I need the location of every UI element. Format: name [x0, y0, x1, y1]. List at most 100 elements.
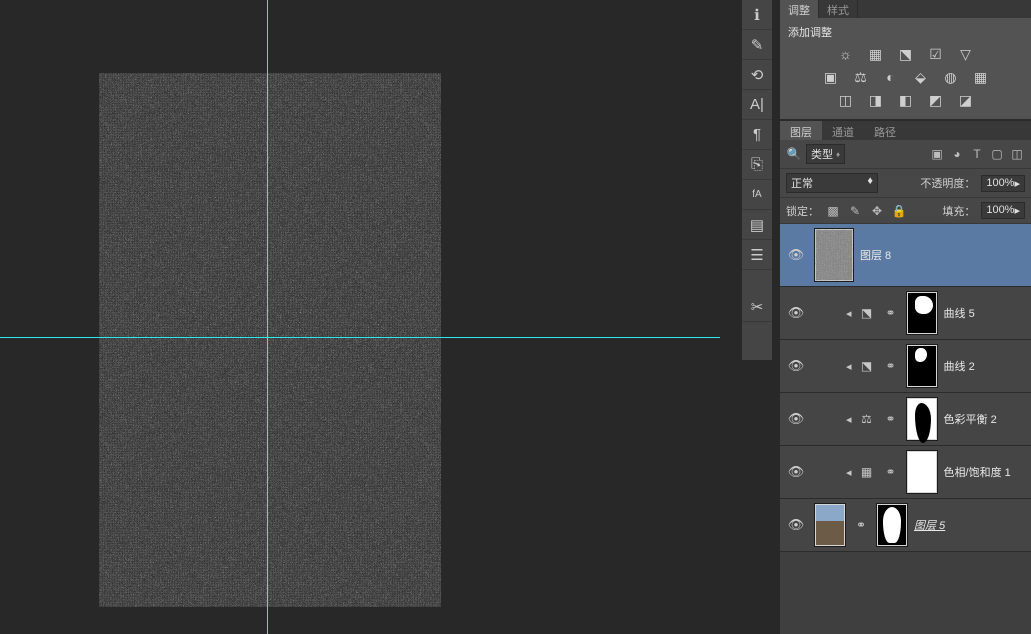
blend-mode-dropdown[interactable]: 正常 ♦ — [786, 173, 878, 193]
fill-field[interactable]: 100% ▸ — [981, 202, 1025, 219]
collapsed-toolstrip: ℹ ✎ ⟲ A| ¶ ⎘ fA ▤ ☰ ✂ — [742, 0, 772, 360]
info-icon[interactable]: ℹ — [742, 0, 772, 30]
posterize-icon[interactable]: ◩ — [927, 92, 945, 109]
layer-name[interactable]: 曲线 5 — [944, 305, 975, 321]
notes-icon[interactable]: ▤ — [742, 210, 772, 240]
balance-adjustment-icon[interactable]: ⚖ — [858, 411, 876, 427]
link-icon[interactable]: ⚭ — [882, 411, 900, 427]
filter-fx-icon[interactable]: ◕ — [949, 147, 965, 161]
cycle-icon[interactable]: ⟲ — [742, 60, 772, 90]
filter-type-icon[interactable]: T — [969, 147, 985, 161]
separator — [742, 270, 772, 292]
layer-thumbnail[interactable] — [814, 503, 846, 547]
mask-thumbnail[interactable] — [906, 450, 938, 494]
clip-icon[interactable]: ◂ — [846, 413, 852, 426]
lock-transparent-icon[interactable]: ▩ — [825, 204, 841, 218]
guide-vertical[interactable] — [267, 0, 268, 634]
mixer-icon[interactable]: ⬙ — [912, 69, 930, 86]
layer-thumbnail[interactable] — [814, 228, 854, 282]
visibility-icon[interactable]: 👁 — [784, 247, 808, 263]
layer-row[interactable]: 👁 ◂ ⚖ ⚭ 色彩平衡 2 — [780, 393, 1031, 446]
layer-row[interactable]: 👁 图层 8 — [780, 224, 1031, 287]
selective-icon[interactable]: ◫ — [837, 92, 855, 109]
visibility-icon[interactable]: 👁 — [784, 411, 808, 427]
blend-mode-label: 正常 — [791, 175, 813, 191]
mask-thumbnail[interactable] — [876, 503, 908, 547]
levels-icon[interactable]: ▦ — [867, 46, 885, 63]
search-icon[interactable]: 🔍 — [786, 147, 802, 161]
document-canvas[interactable] — [0, 0, 720, 634]
layer-row[interactable]: 👁 ◂ ⬔ ⚭ 曲线 5 — [780, 287, 1031, 340]
adjustments-title: 添加调整 — [788, 24, 1023, 40]
clip-icon[interactable]: ◂ — [846, 466, 852, 479]
huesat-adjustment-icon[interactable]: ▦ — [858, 464, 876, 480]
mask-thumbnail[interactable] — [906, 291, 938, 335]
clip-icon[interactable]: ◂ — [846, 307, 852, 320]
attach-icon[interactable]: ⎘ — [742, 150, 772, 180]
layer-row[interactable]: 👁 ⚭ 图层 5 — [780, 499, 1031, 552]
lock-position-icon[interactable]: ✥ — [869, 204, 885, 218]
layer-row[interactable]: 👁 ◂ ⬔ ⚭ 曲线 2 — [780, 340, 1031, 393]
layer-list: 👁 图层 8 👁 ◂ ⬔ ⚭ 曲线 5 👁 ◂ ⬔ ⚭ 曲线 2 — [780, 224, 1031, 634]
tab-adjustments[interactable]: 调整 — [780, 0, 819, 18]
layer-name[interactable]: 色彩平衡 2 — [944, 411, 997, 427]
filter-smart-icon[interactable]: ◫ — [1009, 147, 1025, 161]
layer-kind-dropdown[interactable]: 类型 ♦ — [806, 144, 845, 164]
link-icon[interactable]: ⚭ — [852, 517, 870, 533]
visibility-icon[interactable]: 👁 — [784, 305, 808, 321]
layer-name[interactable]: 色相/饱和度 1 — [944, 464, 1011, 480]
layers-panel-tabs: 图层 通道 路径 — [780, 120, 1031, 140]
tab-paths[interactable]: 路径 — [864, 121, 906, 140]
filter-image-icon[interactable]: ▣ — [929, 147, 945, 161]
curves-icon[interactable]: ⬔ — [897, 46, 915, 63]
layers-blend-row: 正常 ♦ 不透明度： 100% ▸ — [780, 169, 1031, 198]
colorbalance-icon[interactable]: ▣ — [822, 69, 840, 86]
mask-thumbnail[interactable] — [906, 344, 938, 388]
fill-value: 100% — [986, 204, 1014, 217]
gradient-icon[interactable]: ◧ — [897, 92, 915, 109]
layer-row[interactable]: 👁 ◂ ▦ ⚭ 色相/饱和度 1 — [780, 446, 1031, 499]
lock-all-icon[interactable]: 🔒 — [891, 204, 907, 218]
tab-styles[interactable]: 样式 — [819, 0, 858, 18]
visibility-icon[interactable]: 👁 — [784, 517, 808, 533]
layer-name[interactable]: 图层 5 — [914, 517, 945, 533]
layer-name[interactable]: 曲线 2 — [944, 358, 975, 374]
curves-adjustment-icon[interactable]: ⬔ — [858, 305, 876, 321]
type-icon[interactable]: A| — [742, 90, 772, 120]
lut-icon[interactable]: ◍ — [942, 69, 960, 86]
threshold-icon[interactable]: ◪ — [957, 92, 975, 109]
mask-thumbnail[interactable] — [906, 397, 938, 441]
clip-icon[interactable]: ◂ — [846, 360, 852, 373]
filter-shape-icon[interactable]: ▢ — [989, 147, 1005, 161]
visibility-icon[interactable]: 👁 — [784, 464, 808, 480]
opacity-field[interactable]: 100% ▸ — [981, 175, 1025, 192]
character-icon[interactable]: fA — [742, 180, 772, 210]
ruler-icon[interactable]: ✂ — [742, 292, 772, 322]
grid-icon[interactable]: ▦ — [972, 69, 990, 86]
layers-lock-row: 锁定： ▩ ✎ ✥ 🔒 填充： 100% ▸ — [780, 198, 1031, 224]
huesat-icon[interactable]: ⚖ — [852, 69, 870, 86]
opacity-label: 不透明度： — [920, 175, 975, 191]
layer-name[interactable]: 图层 8 — [860, 247, 891, 263]
exposure-icon[interactable]: ☑ — [927, 46, 945, 63]
link-icon[interactable]: ⚭ — [882, 464, 900, 480]
chevron-icon: ▸ — [1014, 177, 1020, 190]
gradientmap-icon[interactable]: ◨ — [867, 92, 885, 109]
link-icon[interactable]: ⚭ — [882, 358, 900, 374]
guide-horizontal[interactable] — [0, 337, 720, 338]
visibility-icon[interactable]: 👁 — [784, 358, 808, 374]
feather-icon[interactable]: ✎ — [742, 30, 772, 60]
curves-adjustment-icon[interactable]: ⬔ — [858, 358, 876, 374]
tab-layers[interactable]: 图层 — [780, 121, 822, 140]
bw-icon[interactable]: ◐ — [882, 69, 900, 86]
chevron-icon: ♦ — [867, 175, 873, 191]
lock-paint-icon[interactable]: ✎ — [847, 204, 863, 218]
brightness-icon[interactable]: ☼ — [837, 46, 855, 63]
link-icon[interactable]: ⚭ — [882, 305, 900, 321]
document-artboard[interactable] — [99, 73, 441, 607]
paragraph-icon[interactable]: ¶ — [742, 120, 772, 150]
library-icon[interactable]: ☰ — [742, 240, 772, 270]
triangle-icon[interactable]: ▽ — [957, 46, 975, 63]
right-panel-stack: 调整 样式 添加调整 ☼ ▦ ⬔ ☑ ▽ ▣ ⚖ ◐ ⬙ ◍ ▦ ◫ ◨ ◧ ◩… — [780, 0, 1031, 634]
tab-channels[interactable]: 通道 — [822, 121, 864, 140]
